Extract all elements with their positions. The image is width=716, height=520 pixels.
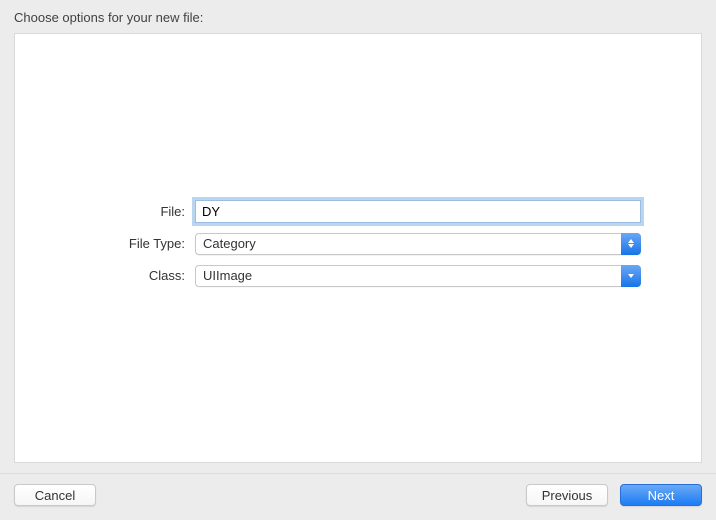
chevron-down-icon	[621, 265, 641, 287]
class-row: Class: UIImage	[75, 265, 641, 287]
file-type-select[interactable]: Category	[195, 233, 641, 255]
file-row: File:	[75, 200, 641, 223]
file-label: File:	[75, 204, 195, 219]
cancel-button[interactable]: Cancel	[14, 484, 96, 506]
dialog-footer: Cancel Previous Next	[0, 473, 716, 520]
next-button[interactable]: Next	[620, 484, 702, 506]
previous-button[interactable]: Previous	[526, 484, 608, 506]
dialog-header: Choose options for your new file:	[0, 0, 716, 33]
class-value: UIImage	[203, 266, 252, 286]
file-type-label: File Type:	[75, 236, 195, 251]
file-type-value: Category	[203, 234, 256, 254]
file-type-row: File Type: Category	[75, 233, 641, 255]
class-label: Class:	[75, 268, 195, 283]
class-combobox[interactable]: UIImage	[195, 265, 641, 287]
updown-stepper-icon	[621, 233, 641, 255]
dialog-title: Choose options for your new file:	[14, 10, 203, 25]
content-area: File: File Type: Category Class: UIImage	[14, 33, 702, 463]
file-input[interactable]	[195, 200, 641, 223]
